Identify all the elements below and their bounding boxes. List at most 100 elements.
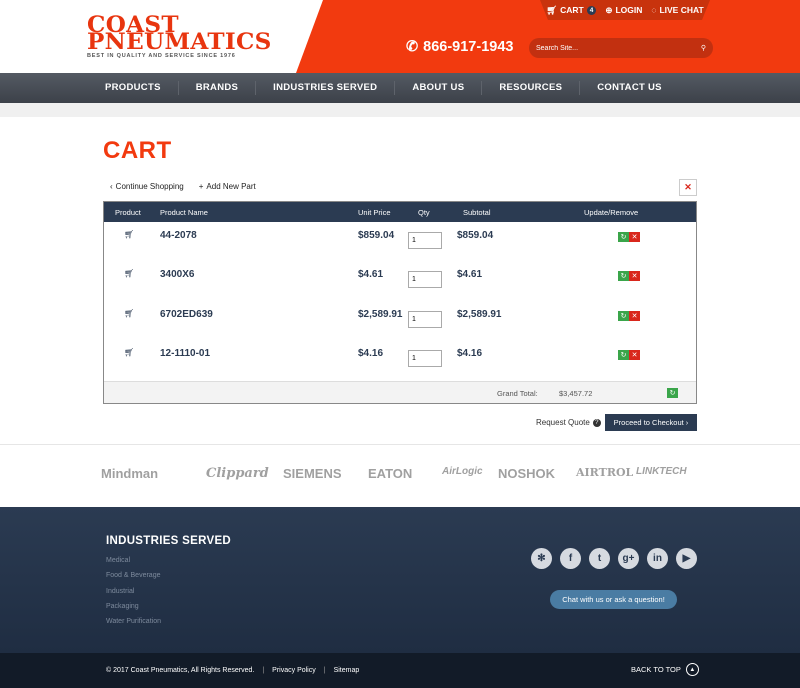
update-button[interactable]: ↻ <box>618 271 629 281</box>
proceed-to-checkout-button[interactable]: Proceed to Checkout › <box>605 414 697 431</box>
quantity-input[interactable] <box>408 350 442 367</box>
row-actions: ↻ ✕ <box>618 271 640 281</box>
brand-logo-noshok[interactable]: NOSHOK <box>498 466 555 481</box>
close-icon: ✕ <box>631 273 638 280</box>
footer-title: INDUSTRIES SERVED <box>106 535 232 547</box>
linkedin-icon[interactable]: in <box>647 548 668 569</box>
close-icon: ✕ <box>631 313 638 320</box>
phone-number[interactable]: ✆ 866-917-1943 <box>406 39 513 55</box>
checkout-label: Proceed to Checkout <box>613 418 684 427</box>
search-box: ⚲ <box>529 38 713 58</box>
twitter-icon[interactable]: t <box>589 548 610 569</box>
chevron-right-icon: › <box>683 418 689 427</box>
phone-number-text: 866-917-1943 <box>423 39 514 55</box>
row-actions: ↻ ✕ <box>618 311 640 321</box>
add-new-part-label: Add New Part <box>206 182 256 191</box>
chat-button[interactable]: Chat with us or ask a question! <box>550 590 677 609</box>
table-row: 🛒︎ 6702ED639 $2,589.91 $2,589.91 ↻ ✕ <box>104 309 696 349</box>
col-product-name: Product Name <box>160 208 208 217</box>
refresh-icon: ↻ <box>620 273 627 280</box>
footer-link-medical[interactable]: Medical <box>106 557 161 572</box>
nav-brands[interactable]: BRANDS <box>177 81 255 95</box>
row-actions: ↻ ✕ <box>618 350 640 360</box>
industries-list: Medical Food & Beverage Industrial Packa… <box>106 557 161 633</box>
chevron-up-icon: ▲ <box>685 663 699 676</box>
brand-logo-linktech[interactable]: LINKTECH <box>636 466 687 477</box>
privacy-policy-link[interactable]: Privacy Policy <box>272 667 316 674</box>
footer-link-water-purification[interactable]: Water Purification <box>106 618 161 633</box>
login-icon: ⊕ <box>605 4 613 15</box>
quantity-input[interactable] <box>408 232 442 249</box>
cart-icon: 🛒︎ <box>124 309 135 318</box>
brand-logo-mindman[interactable]: Mindman <box>101 466 158 481</box>
page-title: CART <box>103 137 172 164</box>
remove-button[interactable]: ✕ <box>629 232 640 242</box>
search-input[interactable] <box>536 44 686 52</box>
update-button[interactable]: ↻ <box>618 232 629 242</box>
refresh-icon: ↻ <box>620 313 627 320</box>
brand-logo-airtrol[interactable]: AIRTROL <box>576 466 633 479</box>
footer-link-food-beverage[interactable]: Food & Beverage <box>106 572 161 587</box>
brand-logo-airlogic[interactable]: AirLogic <box>442 466 483 477</box>
nav-products[interactable]: PRODUCTS <box>88 81 178 95</box>
remove-button[interactable]: ✕ <box>629 271 640 281</box>
plus-icon: + <box>198 182 204 191</box>
cart-icon: 🛒︎ <box>124 348 135 357</box>
quantity-input[interactable] <box>408 271 442 288</box>
quantity-input[interactable] <box>408 311 442 328</box>
product-name[interactable]: 12-1110-01 <box>160 348 210 359</box>
youtube-icon[interactable]: ▶ <box>676 548 697 569</box>
table-header: Product Product Name Unit Price Qty Subt… <box>104 202 696 222</box>
product-name[interactable]: 3400X6 <box>160 269 194 280</box>
google-plus-icon[interactable]: g+ <box>618 548 639 569</box>
nav-resources[interactable]: RESOURCES <box>481 81 579 95</box>
login-link[interactable]: ⊕ LOGIN <box>605 5 642 16</box>
subtotal: $4.16 <box>457 348 483 359</box>
product-name[interactable]: 6702ED639 <box>160 309 213 320</box>
continue-shopping-label: Continue Shopping <box>115 182 184 191</box>
continue-shopping-link[interactable]: ‹ Continue Shopping <box>110 182 184 191</box>
cart-table: Product Product Name Unit Price Qty Subt… <box>103 201 697 404</box>
sitemap-link[interactable]: Sitemap <box>334 667 360 674</box>
social-links: ✻ f t g+ in ▶ <box>531 548 697 569</box>
close-icon: ✕ <box>631 234 638 241</box>
brand-logo-eaton[interactable]: EATON <box>368 466 412 481</box>
table-row: 🛒︎ 3400X6 $4.61 $4.61 ↻ ✕ <box>104 269 696 309</box>
update-button[interactable]: ↻ <box>618 311 629 321</box>
update-button[interactable]: ↻ <box>618 350 629 360</box>
separator: | <box>323 667 326 674</box>
live-chat-link[interactable]: ◌ LIVE CHAT <box>651 5 703 15</box>
col-subtotal: Subtotal <box>463 208 491 217</box>
nav-about-us[interactable]: ABOUT US <box>394 81 481 95</box>
request-quote-link[interactable]: Request Quote ? <box>536 418 601 427</box>
chat-bubble-icon: ◌ <box>651 5 657 15</box>
brand-logo-clippard[interactable]: Clippard <box>206 466 269 481</box>
back-to-top-link[interactable]: BACK TO TOP ▲ <box>631 663 699 676</box>
unit-price: $859.04 <box>358 230 395 241</box>
add-new-part-link[interactable]: + Add New Part <box>199 182 256 191</box>
update-all-button[interactable]: ↻ <box>667 388 678 398</box>
nav-industries-served[interactable]: INDUSTRIES SERVED <box>255 81 394 95</box>
product-name[interactable]: 44-2078 <box>160 230 197 241</box>
brand-logo-siemens[interactable]: SIEMENS <box>283 466 342 481</box>
footer-link-industrial[interactable]: Industrial <box>106 588 161 603</box>
footer-link-packaging[interactable]: Packaging <box>106 603 161 618</box>
remove-button[interactable]: ✕ <box>629 311 640 321</box>
grand-total-label: Grand Total: <box>497 389 538 398</box>
grand-total-value: $3,457.72 <box>559 389 593 398</box>
close-icon: ✕ <box>631 352 638 359</box>
logo-line2: PNEUMATICS <box>87 29 272 55</box>
live-chat-label: LIVE CHAT <box>659 5 704 15</box>
yelp-icon[interactable]: ✻ <box>531 548 552 569</box>
refresh-icon: ↻ <box>620 352 627 359</box>
site-footer: INDUSTRIES SERVED Medical Food & Beverag… <box>0 507 800 653</box>
cart-link[interactable]: 🛒︎ CART 4 <box>546 5 597 16</box>
remove-button[interactable]: ✕ <box>629 350 640 360</box>
login-link-label: LOGIN <box>615 5 643 15</box>
facebook-icon[interactable]: f <box>560 548 581 569</box>
nav-contact-us[interactable]: CONTACT US <box>579 81 679 95</box>
clear-cart-button[interactable]: ✕ <box>679 179 697 196</box>
search-icon[interactable]: ⚲ <box>701 44 706 52</box>
logo[interactable]: COAST PNEUMATICS BEST IN QUALITY AND SER… <box>87 14 271 59</box>
col-unit-price: Unit Price <box>358 208 391 217</box>
